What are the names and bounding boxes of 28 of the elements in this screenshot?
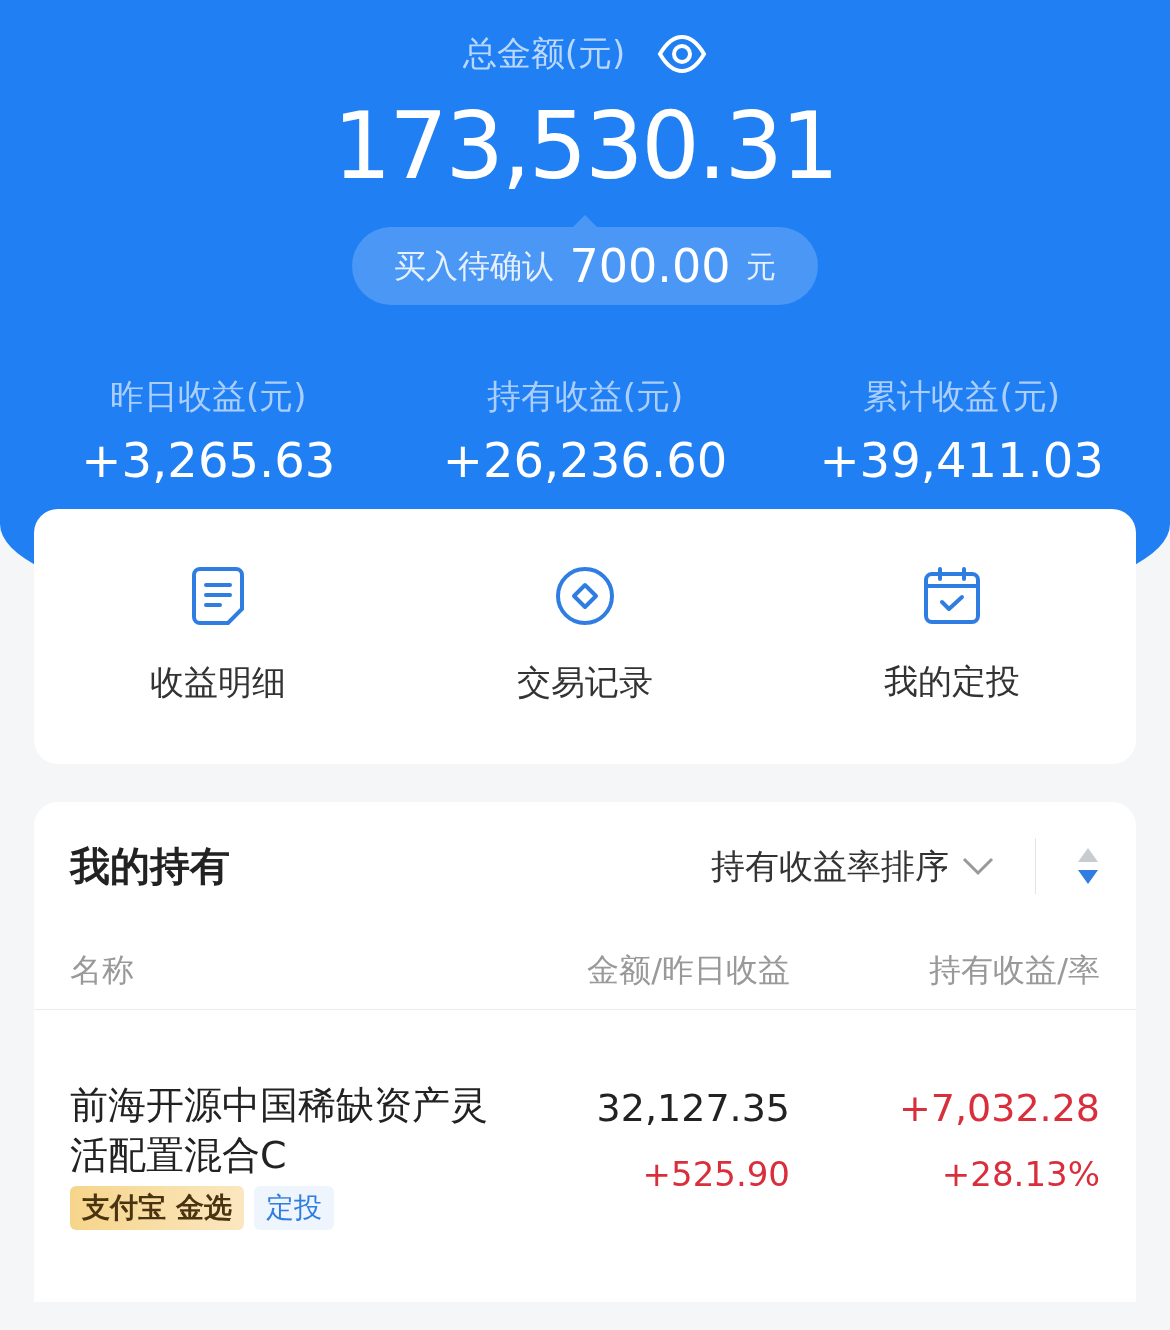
stat-label: 持有收益(元) [486, 375, 684, 418]
stat-value: +39,411.03 [819, 436, 1104, 484]
sort-order-icon[interactable] [1076, 846, 1100, 886]
shortcut-button[interactable]: 交易记录 [401, 565, 769, 708]
fund-tag: 支付宝 金选 [70, 1186, 244, 1230]
holding-profit: +7,032.28 [898, 1085, 1100, 1132]
calendar-check-icon [922, 566, 983, 626]
daily-profit: +525.90 [642, 1153, 790, 1196]
sort-dropdown[interactable]: 持有收益率排序 [711, 840, 995, 892]
holdings-title: 我的持有 [70, 842, 231, 891]
total-amount-label: 总金额(元) [462, 32, 626, 75]
eye-icon[interactable] [657, 33, 708, 74]
profit-rate: +28.13% [941, 1153, 1100, 1196]
stat-label: 累计收益(元) [863, 375, 1060, 418]
document-icon [189, 565, 246, 627]
column-header: 持有收益/率 [928, 949, 1100, 991]
column-header: 名称 [70, 949, 135, 991]
column-header: 金额/昨日收益 [586, 949, 790, 991]
chevron-down-icon [961, 856, 995, 876]
stat-value: +3,265.63 [81, 436, 336, 484]
fund-tag: 定投 [253, 1186, 334, 1230]
stat-label: 昨日收益(元) [110, 375, 307, 418]
holding-amount: 32,127.35 [596, 1085, 790, 1132]
shortcut-button[interactable]: 我的定投 [768, 566, 1136, 707]
total-amount: 173,530.31 [333, 101, 837, 193]
stat-value: +26,236.60 [442, 436, 728, 484]
shortcut-button[interactable]: 收益明细 [34, 565, 402, 708]
fund-name[interactable]: 前海开源中国稀缺资产灵活配置混合C [70, 1080, 510, 1180]
